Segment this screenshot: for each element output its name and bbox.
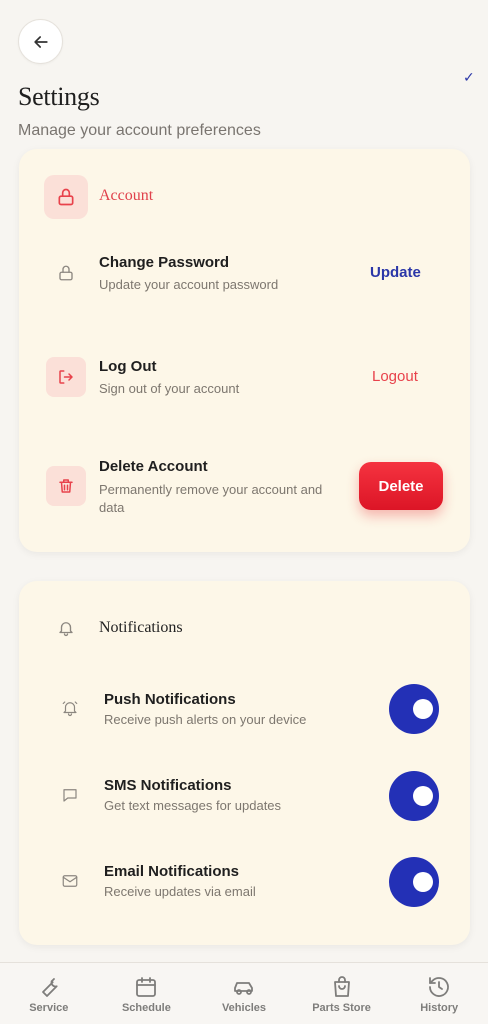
notifications-section-icon — [46, 608, 86, 648]
account-section-icon — [44, 175, 88, 219]
nav-label-schedule: Schedule — [121, 1002, 171, 1014]
sms-icon-box — [50, 775, 90, 815]
push-icon-box — [50, 688, 90, 728]
push-toggle[interactable] — [389, 684, 439, 734]
nav-label-service: Service — [29, 1002, 69, 1014]
delete-account-title: Delete Account — [99, 458, 208, 475]
back-button[interactable] — [18, 19, 63, 64]
email-icon-box — [50, 861, 90, 901]
toggle-knob — [413, 786, 433, 806]
mail-icon — [62, 875, 78, 887]
history-icon — [429, 977, 450, 997]
logout-icon-box — [46, 357, 86, 397]
nav-label-vehicles: Vehicles — [221, 1002, 266, 1014]
sms-desc: Get text messages for updates — [104, 798, 282, 813]
nav-label-parts-store: Parts Store — [312, 1002, 371, 1014]
arrow-left-icon — [33, 35, 48, 48]
page-subtitle: Manage your account preferences — [18, 122, 261, 139]
delete-icon-box — [46, 466, 86, 506]
change-password-icon-box — [46, 253, 86, 293]
change-password-desc: Update your account password — [99, 277, 279, 292]
lock-icon — [59, 265, 73, 281]
toggle-knob — [413, 699, 433, 719]
update-button[interactable]: Update — [370, 264, 421, 281]
shopping-bag-icon — [333, 976, 350, 997]
delete-button[interactable]: Delete — [359, 462, 443, 510]
account-section-title: Account — [99, 187, 154, 204]
check-icon[interactable]: ✓ — [463, 70, 475, 86]
nav-item-schedule[interactable]: Schedule — [98, 963, 196, 1024]
nav-item-history[interactable]: History — [390, 963, 488, 1024]
wrench-icon — [41, 978, 58, 997]
logout-title: Log Out — [99, 358, 157, 375]
email-title: Email Notifications — [104, 863, 240, 880]
nav-item-service[interactable]: Service — [0, 963, 98, 1024]
bell-ring-icon — [62, 701, 78, 717]
logout-desc: Sign out of your account — [99, 381, 240, 396]
email-desc: Receive updates via email — [104, 884, 256, 899]
bottom-nav: Service Schedule Vehicles Parts Store Hi… — [0, 962, 488, 1024]
message-icon — [63, 789, 77, 802]
nav-item-parts-store[interactable]: Parts Store — [293, 963, 391, 1024]
nav-label-history: History — [420, 1002, 459, 1014]
delete-account-desc: Permanently remove your account and data — [99, 482, 323, 515]
calendar-icon — [136, 977, 157, 997]
nav-item-vehicles[interactable]: Vehicles — [195, 963, 293, 1024]
car-icon — [234, 982, 253, 995]
lock-icon — [58, 188, 74, 206]
notifications-section-title: Notifications — [99, 619, 183, 636]
push-title: Push Notifications — [104, 691, 236, 708]
sms-toggle[interactable] — [389, 771, 439, 821]
page-title: Settings — [18, 82, 100, 111]
logout-icon — [59, 370, 73, 384]
change-password-title: Change Password — [99, 254, 230, 271]
toggle-knob — [413, 872, 433, 892]
trash-icon — [59, 479, 73, 493]
email-toggle[interactable] — [389, 857, 439, 907]
logout-button[interactable]: Logout — [372, 368, 418, 385]
sms-title: SMS Notifications — [104, 777, 232, 794]
push-desc: Receive push alerts on your device — [104, 712, 307, 727]
bell-icon — [59, 622, 73, 637]
